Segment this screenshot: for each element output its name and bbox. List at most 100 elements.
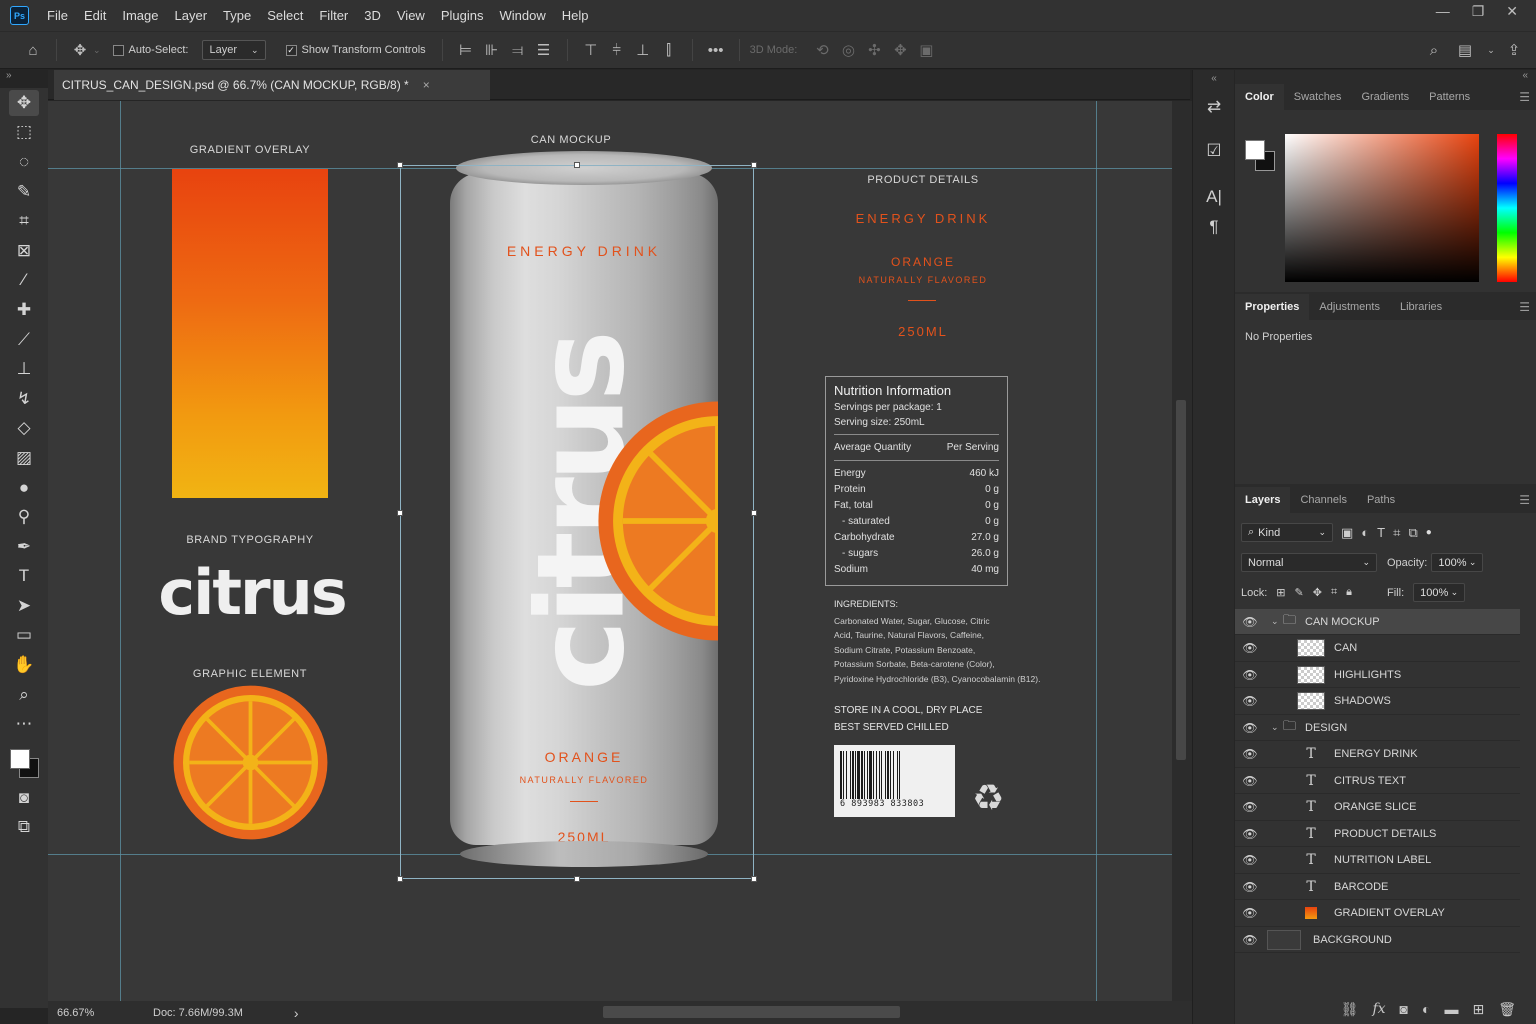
checkbox-box[interactable] [112, 44, 124, 56]
hue-slider[interactable] [1497, 134, 1517, 282]
zoom-level[interactable]: 66.67% [57, 1007, 129, 1019]
foreground-color[interactable] [10, 749, 30, 770]
visibility-eye-icon[interactable]: 👁︎ [1235, 721, 1265, 735]
menu-file[interactable]: File [39, 8, 76, 23]
blend-mode-dropdown[interactable]: Normal ⌄ [1241, 553, 1377, 572]
fill-field[interactable]: 100% ⌄ [1413, 583, 1466, 602]
new-layer-icon[interactable]: ⊞ [1472, 1001, 1484, 1018]
history-brush-icon[interactable]: ↯ [9, 386, 39, 412]
collapse-toolbar-icon[interactable]: » [6, 70, 12, 81]
crop-tool-icon[interactable]: ⌗ [9, 208, 39, 234]
visibility-eye-icon[interactable]: 👁︎ [1235, 853, 1265, 867]
brush-tool-icon[interactable]: ⟋ [9, 327, 39, 353]
tab-channels[interactable]: Channels [1290, 487, 1356, 513]
visibility-eye-icon[interactable]: 👁︎ [1235, 641, 1265, 655]
collapse-dock-icon[interactable]: « [1193, 70, 1235, 86]
3d-slide-icon[interactable]: ✥ [887, 37, 913, 63]
menu-help[interactable]: Help [554, 8, 597, 23]
path-select-icon[interactable]: ➤ [9, 593, 39, 619]
3d-rotate-icon[interactable]: ⟲ [809, 37, 835, 63]
menu-image[interactable]: Image [114, 8, 166, 23]
visibility-eye-icon[interactable]: 👁︎ [1235, 615, 1265, 629]
pen-tool-icon[interactable]: ✒ [9, 534, 39, 560]
transform-handle[interactable] [751, 876, 757, 882]
paragraph-icon[interactable]: ¶ [1193, 212, 1235, 242]
align-left-icon[interactable]: ⊨ [453, 37, 479, 63]
marquee-tool-icon[interactable]: ⬚ [9, 119, 39, 145]
transform-handle[interactable] [397, 510, 403, 516]
3d-roll-icon[interactable]: ◎ [835, 37, 861, 63]
move-tool-icon[interactable]: ✥ [9, 89, 39, 116]
tab-paths[interactable]: Paths [1357, 487, 1405, 513]
lasso-tool-icon[interactable]: ◌ [9, 149, 39, 175]
lock-paint-icon[interactable]: ✎ [1295, 586, 1304, 599]
tab-properties[interactable]: Properties [1235, 294, 1310, 320]
align-bottom-icon[interactable]: ⊥ [630, 37, 656, 63]
frame-tool-icon[interactable]: ⊠ [9, 238, 39, 264]
layer-row[interactable]: 👁︎ ⌄ 🗀︎ DESIGN [1235, 715, 1520, 741]
visibility-eye-icon[interactable]: 👁︎ [1235, 774, 1265, 788]
vertical-scrollbar[interactable] [1176, 400, 1186, 760]
quick-select-tool-icon[interactable]: ✎ [9, 179, 39, 205]
visibility-eye-icon[interactable]: 👁︎ [1235, 827, 1265, 841]
3d-pan-icon[interactable]: ✣ [861, 37, 887, 63]
document-tab[interactable]: CITRUS_CAN_DESIGN.psd @ 66.7% (CAN MOCKU… [54, 70, 490, 100]
expand-group-icon[interactable]: ⌄ [1271, 722, 1283, 733]
quick-mask-icon[interactable]: ◙ [9, 785, 39, 811]
tab-patterns[interactable]: Patterns [1419, 84, 1480, 110]
align-top-icon[interactable]: ⊤ [578, 37, 604, 63]
menu-plugins[interactable]: Plugins [433, 8, 492, 23]
adjustment-layer-icon[interactable]: ◐ [1422, 1001, 1430, 1017]
menu-select[interactable]: Select [259, 8, 311, 23]
type-tool-icon[interactable]: T [9, 563, 39, 589]
blur-tool-icon[interactable]: ● [9, 475, 39, 501]
tab-libraries[interactable]: Libraries [1390, 294, 1452, 320]
move-tool-icon[interactable]: ✥ [67, 37, 93, 63]
history-icon[interactable]: ⇄ [1193, 92, 1235, 122]
transform-handle[interactable] [574, 876, 580, 882]
align-right-icon[interactable]: ⫤ [505, 37, 531, 63]
layer-row[interactable]: 👁︎ T NUTRITION LABEL [1235, 848, 1520, 874]
visibility-eye-icon[interactable]: 👁︎ [1235, 668, 1265, 682]
more-tools-icon[interactable]: ⋯ [9, 711, 39, 737]
distribute-icon[interactable]: ☰ [531, 37, 557, 63]
panel-menu-icon[interactable]: ☰ [1519, 300, 1530, 314]
healing-brush-icon[interactable]: ✚ [9, 297, 39, 323]
layer-row[interactable]: 👁︎ T PRODUCT DETAILS [1235, 821, 1520, 847]
adjust-icon[interactable]: ☑ [1193, 136, 1235, 166]
checkbox-checked[interactable]: ✓ [285, 44, 297, 56]
layer-filter-dropdown[interactable]: ⌕ Kind ⌄ [1241, 523, 1333, 542]
3d-camera-icon[interactable]: ▣ [913, 37, 939, 63]
pixel-filter-icon[interactable]: ▣ [1341, 525, 1353, 541]
lock-position-icon[interactable]: ✥ [1313, 586, 1322, 599]
transform-handle[interactable] [751, 162, 757, 168]
layer-row[interactable]: 👁︎ T BARCODE [1235, 874, 1520, 900]
menu-window[interactable]: Window [491, 8, 553, 23]
filter-toggle-icon[interactable]: ● [1426, 527, 1432, 538]
visibility-eye-icon[interactable]: 👁︎ [1235, 800, 1265, 814]
lock-transparent-icon[interactable]: ⊞ [1276, 586, 1285, 599]
type-filter-icon[interactable]: T [1377, 525, 1385, 540]
menu-3d[interactable]: 3D [356, 8, 389, 23]
tab-gradients[interactable]: Gradients [1351, 84, 1419, 110]
transform-handle[interactable] [751, 510, 757, 516]
opacity-field[interactable]: 100% ⌄ [1431, 553, 1484, 572]
color-swatches[interactable] [7, 747, 41, 783]
lock-all-icon[interactable]: 🔒︎ [1346, 586, 1352, 599]
layer-row[interactable]: 👁︎ T ORANGE SLICE [1235, 795, 1520, 821]
panel-menu-icon[interactable]: ☰ [1519, 493, 1530, 507]
align-middle-icon[interactable]: ⫩ [604, 37, 630, 63]
layer-row[interactable]: 👁︎ T CITRUS TEXT [1235, 768, 1520, 794]
add-mask-icon[interactable]: ◙ [1400, 1001, 1408, 1017]
adjustment-filter-icon[interactable]: ◐ [1361, 525, 1369, 540]
menu-edit[interactable]: Edit [76, 8, 114, 23]
visibility-eye-icon[interactable]: 👁︎ [1235, 694, 1265, 708]
show-transform-checkbox[interactable]: ✓ Show Transform Controls [285, 44, 426, 56]
canvas[interactable]: GRADIENT OVERLAY BRAND TYPOGRAPHY citrus… [48, 101, 1172, 1001]
clone-stamp-icon[interactable]: ⊥ [9, 356, 39, 382]
workspace-icon[interactable]: ▤ [1452, 37, 1478, 63]
collapse-panels-icon[interactable]: « [1522, 70, 1528, 81]
transform-handle[interactable] [397, 162, 403, 168]
dodge-tool-icon[interactable]: ⚲ [9, 504, 39, 530]
zoom-tool-icon[interactable]: ⌕ [9, 682, 39, 708]
